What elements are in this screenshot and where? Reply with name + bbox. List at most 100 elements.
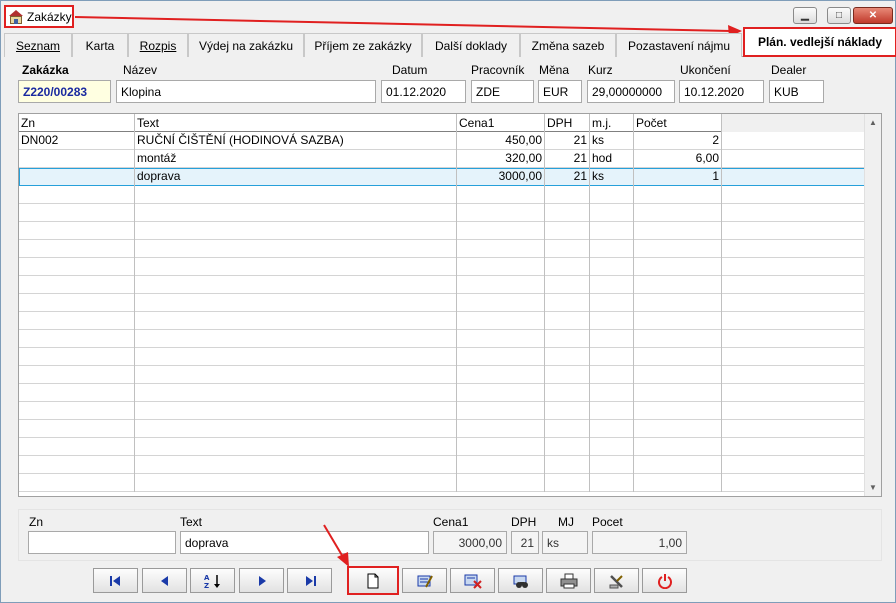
kurz-field[interactable]: 29,00000000: [587, 80, 675, 103]
cell-dph[interactable]: [545, 402, 590, 420]
cell-text[interactable]: [135, 240, 457, 258]
table-row[interactable]: [19, 474, 865, 492]
cell-zn[interactable]: [19, 474, 135, 492]
first-record-button[interactable]: [93, 568, 138, 593]
dealer-field[interactable]: KUB: [769, 80, 824, 103]
cell-cena1[interactable]: [457, 312, 545, 330]
table-row[interactable]: [19, 420, 865, 438]
tab-karta[interactable]: Karta: [72, 33, 128, 57]
cell-text[interactable]: [135, 204, 457, 222]
cell-zn[interactable]: [19, 204, 135, 222]
cell-mj[interactable]: [590, 186, 634, 204]
cell-text[interactable]: [135, 312, 457, 330]
cell-text[interactable]: [135, 330, 457, 348]
cell-zn[interactable]: [19, 150, 135, 168]
cell-text[interactable]: [135, 402, 457, 420]
cell-pocet[interactable]: [634, 420, 722, 438]
cell-pocet[interactable]: 6,00: [634, 150, 722, 168]
table-row[interactable]: DN002 RUČNÍ ČIŠTĚNÍ (HODINOVÁ SAZBA) 450,0…: [19, 132, 865, 150]
cell-cena1[interactable]: [457, 330, 545, 348]
cell-pocet[interactable]: [634, 384, 722, 402]
table-row[interactable]: [19, 330, 865, 348]
table-row[interactable]: [19, 312, 865, 330]
cell-cena1[interactable]: 3000,00: [457, 168, 545, 186]
cell-text[interactable]: [135, 384, 457, 402]
cell-mj[interactable]: ks: [590, 168, 634, 186]
detail-cena1-field[interactable]: 3000,00: [433, 531, 507, 554]
cell-mj[interactable]: [590, 312, 634, 330]
cell-cena1[interactable]: [457, 240, 545, 258]
table-row[interactable]: doprava 3000,00 21 ks 1: [19, 168, 865, 186]
cell-dph[interactable]: [545, 474, 590, 492]
cell-pocet[interactable]: [634, 276, 722, 294]
mena-field[interactable]: EUR: [538, 80, 582, 103]
cell-cena1[interactable]: [457, 384, 545, 402]
zakazka-field[interactable]: Z220/00283: [18, 80, 111, 103]
table-row[interactable]: [19, 402, 865, 420]
cell-mj[interactable]: ks: [590, 132, 634, 150]
cell-zn[interactable]: [19, 384, 135, 402]
cell-dph[interactable]: [545, 330, 590, 348]
last-record-button[interactable]: [287, 568, 332, 593]
cell-mj[interactable]: [590, 402, 634, 420]
cell-dph[interactable]: 21: [545, 150, 590, 168]
cell-text[interactable]: [135, 186, 457, 204]
cell-zn[interactable]: [19, 312, 135, 330]
cell-dph[interactable]: [545, 348, 590, 366]
table-row[interactable]: [19, 456, 865, 474]
cell-zn[interactable]: [19, 186, 135, 204]
column-header-zn[interactable]: Zn: [19, 114, 135, 132]
scroll-down-icon[interactable]: ▼: [865, 479, 881, 496]
cell-mj[interactable]: hod: [590, 150, 634, 168]
items-grid[interactable]: Zn Text Cena1 DPH m.j. Počet DN002 RUČNÍ …: [18, 113, 882, 497]
cell-text[interactable]: montáž: [135, 150, 457, 168]
cell-zn[interactable]: [19, 258, 135, 276]
column-header-dph[interactable]: DPH: [545, 114, 590, 132]
table-row[interactable]: montáž 320,00 21 hod 6,00: [19, 150, 865, 168]
cell-zn[interactable]: [19, 348, 135, 366]
column-header-mj[interactable]: m.j.: [590, 114, 634, 132]
cell-zn[interactable]: [19, 222, 135, 240]
new-record-button[interactable]: [347, 566, 399, 595]
detail-text-field[interactable]: doprava: [180, 531, 429, 554]
cell-dph[interactable]: [545, 420, 590, 438]
cell-pocet[interactable]: [634, 186, 722, 204]
nazev-field[interactable]: Klopina: [116, 80, 376, 103]
cell-dph[interactable]: [545, 312, 590, 330]
cell-cena1[interactable]: [457, 438, 545, 456]
minimize-button[interactable]: ▁: [793, 7, 817, 24]
next-record-button[interactable]: [239, 568, 284, 593]
cell-dph[interactable]: [545, 204, 590, 222]
cell-zn[interactable]: [19, 276, 135, 294]
column-header-cena1[interactable]: Cena1: [457, 114, 545, 132]
cell-mj[interactable]: [590, 456, 634, 474]
column-header-text[interactable]: Text: [135, 114, 457, 132]
cell-pocet[interactable]: [634, 240, 722, 258]
cell-pocet[interactable]: [634, 222, 722, 240]
cell-mj[interactable]: [590, 438, 634, 456]
cell-cena1[interactable]: [457, 420, 545, 438]
close-button[interactable]: [642, 568, 687, 593]
cell-cena1[interactable]: [457, 366, 545, 384]
cell-mj[interactable]: [590, 474, 634, 492]
cell-dph[interactable]: [545, 438, 590, 456]
cell-zn[interactable]: [19, 168, 135, 186]
cell-pocet[interactable]: [634, 348, 722, 366]
table-row[interactable]: [19, 276, 865, 294]
cell-mj[interactable]: [590, 258, 634, 276]
cell-dph[interactable]: [545, 384, 590, 402]
cell-pocet[interactable]: 1: [634, 168, 722, 186]
cell-mj[interactable]: [590, 240, 634, 258]
close-window-button[interactable]: ✕: [853, 7, 893, 24]
table-row[interactable]: [19, 258, 865, 276]
detail-zn-field[interactable]: [28, 531, 176, 554]
cell-dph[interactable]: [545, 258, 590, 276]
edit-record-button[interactable]: [402, 568, 447, 593]
cell-pocet[interactable]: [634, 204, 722, 222]
tab-vydej-na-zakazku[interactable]: Výdej na zakázku: [188, 33, 304, 57]
cell-zn[interactable]: [19, 240, 135, 258]
cell-dph[interactable]: [545, 294, 590, 312]
detail-mj-field[interactable]: ks: [542, 531, 588, 554]
table-row[interactable]: [19, 240, 865, 258]
cell-text[interactable]: [135, 420, 457, 438]
